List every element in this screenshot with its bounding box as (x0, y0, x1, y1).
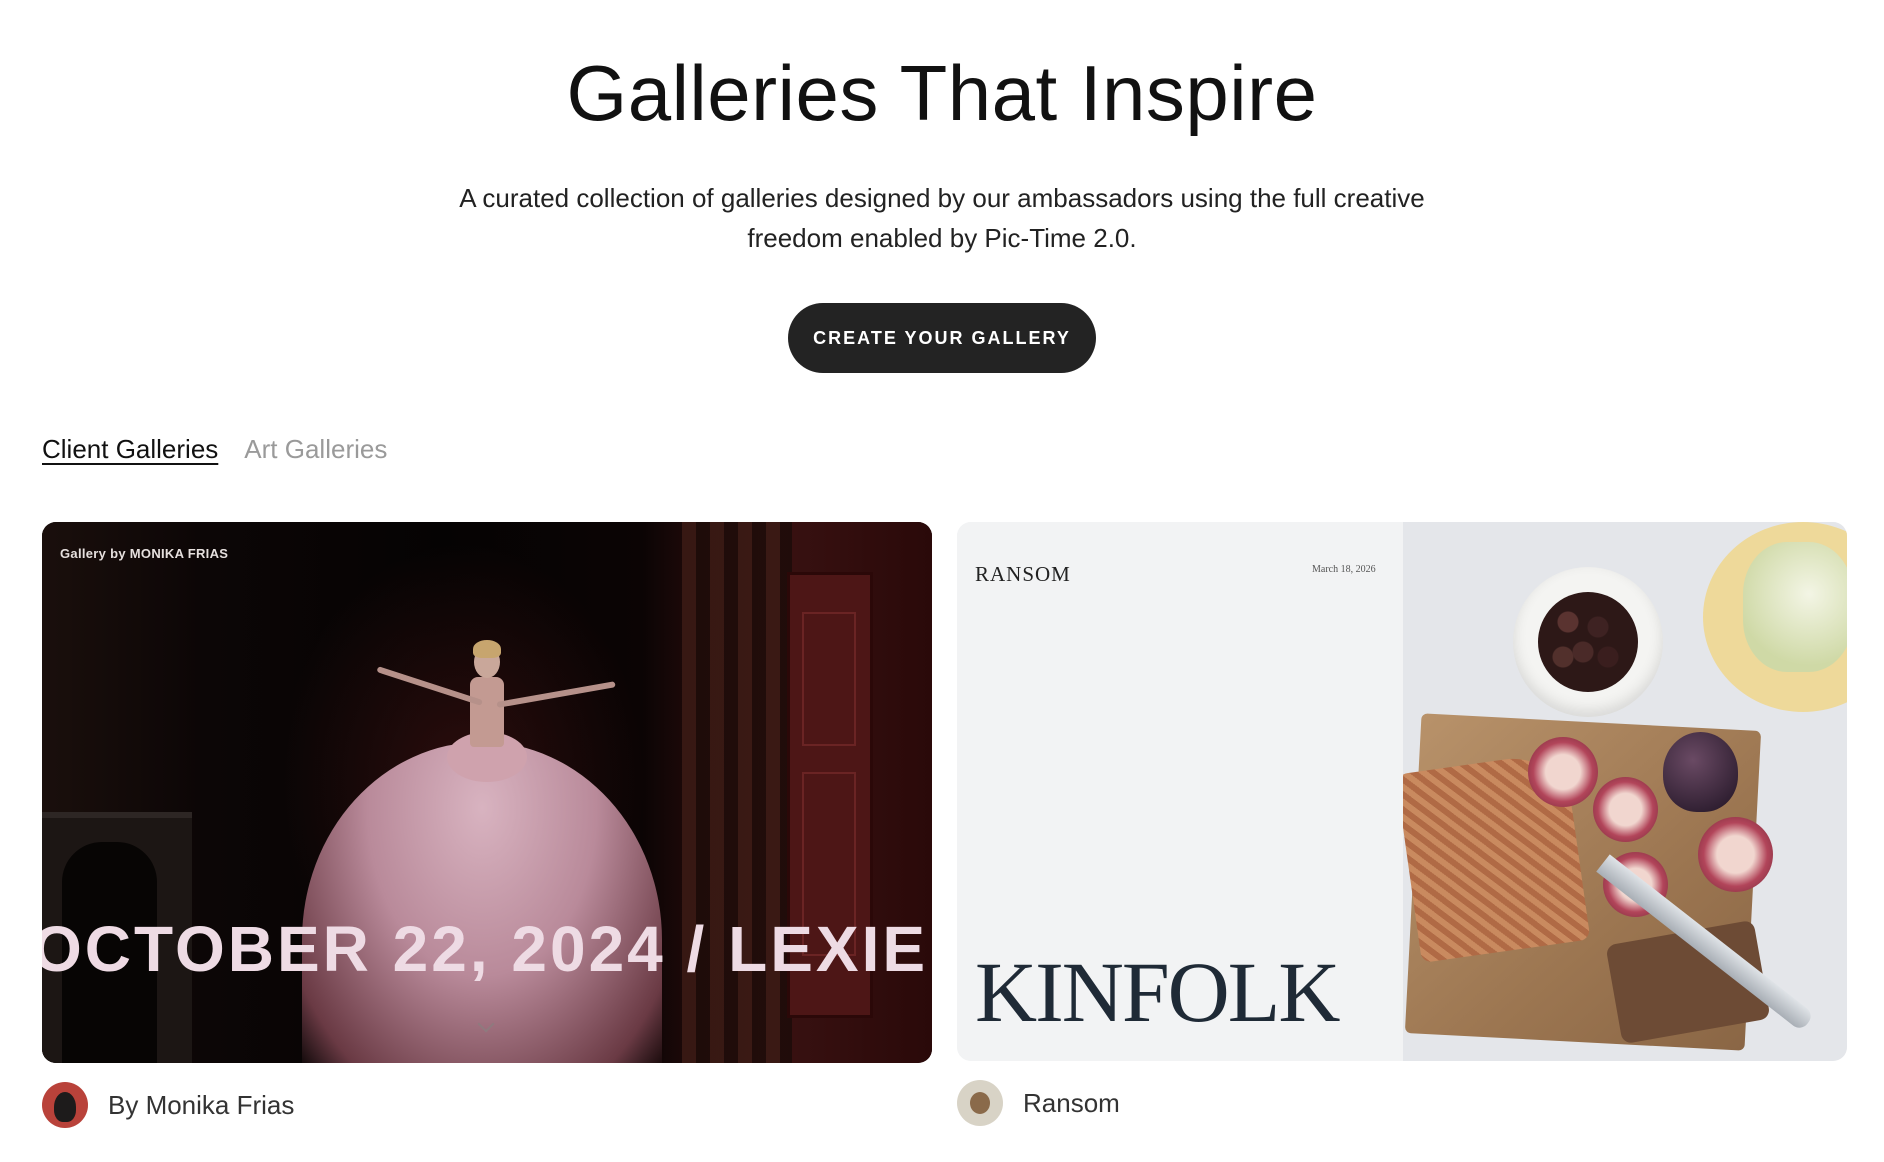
page-title: Galleries That Inspire (566, 49, 1318, 137)
figure-torso (470, 677, 504, 747)
cabbage-decor (1743, 542, 1847, 672)
gallery-preview-image (1403, 522, 1847, 1061)
tab-art-galleries[interactable]: Art Galleries (244, 434, 387, 465)
fig-whole-decor (1663, 732, 1738, 812)
fig-half-decor (1528, 737, 1598, 807)
fig-half-decor (1698, 817, 1773, 892)
gallery-author[interactable]: Ransom (957, 1080, 1120, 1126)
avatar (957, 1080, 1003, 1126)
gallery-card-monika-frias[interactable]: Gallery by MONIKA FRIAS OCTOBER 22, 2024… (42, 522, 932, 1063)
gallery-brand: RANSOM (975, 562, 1071, 586)
author-name: Ransom (1023, 1087, 1120, 1118)
author-name: By Monika Frias (108, 1089, 295, 1120)
page-subtitle: A curated collection of galleries design… (459, 183, 1425, 253)
create-gallery-button[interactable]: CREATE YOUR GALLERY (788, 303, 1096, 373)
olives-decor (1538, 592, 1638, 692)
gallery-cover-panel: RANSOM March 18, 2026 KINFOLK (957, 522, 1403, 1061)
fig-half-decor (1593, 777, 1658, 842)
avatar (42, 1082, 88, 1128)
gallery-credit: Gallery by MONIKA FRIAS (60, 546, 229, 561)
door-panel-top (802, 612, 856, 746)
page: Galleries That Inspire A curated collect… (0, 0, 1884, 1162)
gallery-banner-text: OCTOBER 22, 2024 / LEXIE & (42, 913, 932, 985)
gallery-tabs: Client Galleries Art Galleries (42, 434, 387, 465)
gallery-author[interactable]: By Monika Frias (42, 1082, 294, 1128)
gallery-card-ransom[interactable]: RANSOM March 18, 2026 KINFOLK (957, 522, 1847, 1061)
gallery-title: KINFOLK (975, 944, 1340, 1040)
gallery-date: March 18, 2026 (1312, 564, 1376, 575)
figure-hair (473, 640, 501, 658)
tab-client-galleries[interactable]: Client Galleries (42, 434, 218, 465)
